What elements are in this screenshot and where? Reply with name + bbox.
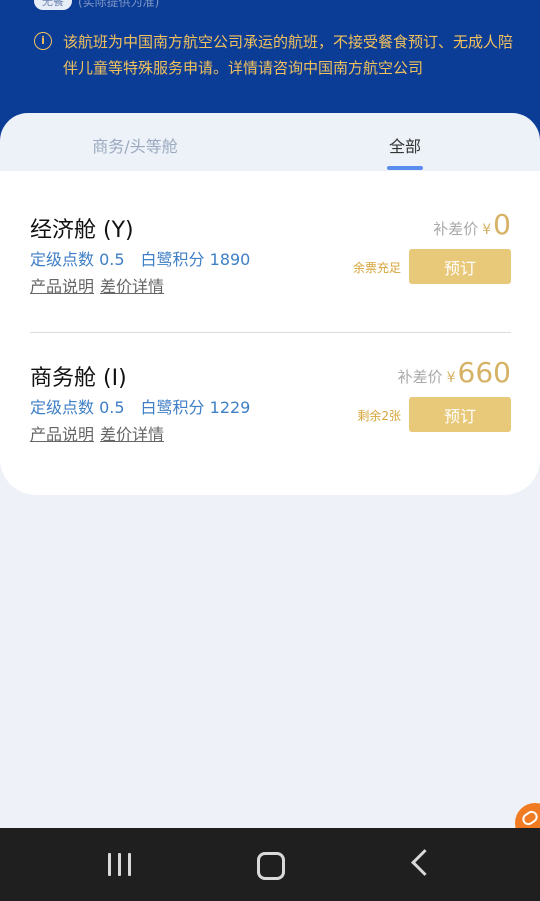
fare-links: 产品说明 差价详情: [30, 421, 170, 445]
price-amount: 0: [493, 208, 511, 241]
cabin-name: 商务舱 (I): [30, 366, 127, 391]
meal-badge: 无餐: [34, 0, 72, 10]
egret-points: 白鹭积分 1229: [140, 398, 251, 417]
price-label: 补差价: [433, 220, 479, 238]
operator-notice: i 该航班为中国南方航空公司承运的航班，不接受餐食预订、无成人陪伴儿童等特殊服务…: [34, 29, 514, 81]
book-business-button[interactable]: 预订: [409, 397, 511, 432]
points-info: 定级点数 0.5 白鹭积分 1229: [30, 394, 250, 418]
active-tab-indicator: [387, 166, 423, 170]
product-description-link[interactable]: 产品说明: [30, 277, 94, 296]
meal-note: (实际提供为准): [78, 0, 160, 9]
product-description-link[interactable]: 产品说明: [30, 425, 94, 444]
fare-row-economy: 经济舱 (Y) 定级点数 0.5 白鹭积分 1890 产品说明 差价详情 补差价 ¥…: [30, 208, 511, 332]
link-icon: [520, 808, 540, 828]
price-label: 补差价: [397, 368, 443, 386]
back-icon[interactable]: [411, 849, 438, 876]
cabin-name: 经济舱 (Y): [30, 218, 134, 243]
grade-points: 定级点数 0.5: [30, 250, 125, 269]
fare-divider: [30, 332, 511, 333]
currency-symbol: ¥: [446, 370, 456, 386]
fare-list-card: 经济舱 (Y) 定级点数 0.5 白鹭积分 1890 产品说明 差价详情 补差价 ¥…: [0, 171, 540, 495]
price-difference-link[interactable]: 差价详情: [100, 277, 164, 296]
currency-symbol: ¥: [482, 222, 492, 238]
notice-text: 该航班为中国南方航空公司承运的航班，不接受餐食预订、无成人陪伴儿童等特殊服务申请…: [63, 33, 514, 77]
book-economy-button[interactable]: 预订: [409, 249, 511, 284]
points-info: 定级点数 0.5 白鹭积分 1890: [30, 246, 250, 270]
home-icon[interactable]: [257, 852, 285, 880]
recent-apps-icon[interactable]: [108, 853, 132, 876]
meal-info: 无餐 (实际提供为准): [34, 0, 159, 10]
availability-status: 余票充足: [352, 261, 401, 275]
system-navigation-bar: [0, 828, 540, 901]
price-difference: 补差价 ¥ 660: [398, 356, 511, 389]
fare-row-business: 商务舱 (I) 定级点数 0.5 白鹭积分 1229 产品说明 差价详情 补差价 ¥…: [30, 356, 511, 480]
tab-all[interactable]: 全部: [305, 133, 505, 157]
info-icon: i: [34, 32, 52, 50]
availability-status: 剩余2张: [357, 409, 401, 423]
egret-points: 白鹭积分 1890: [140, 250, 251, 269]
price-amount: 660: [457, 356, 511, 389]
price-difference-link[interactable]: 差价详情: [100, 425, 164, 444]
price-difference: 补差价 ¥ 0: [433, 208, 511, 241]
fare-links: 产品说明 差价详情: [30, 273, 170, 297]
grade-points: 定级点数 0.5: [30, 398, 125, 417]
tab-business-first[interactable]: 商务/头等舱: [35, 133, 235, 157]
